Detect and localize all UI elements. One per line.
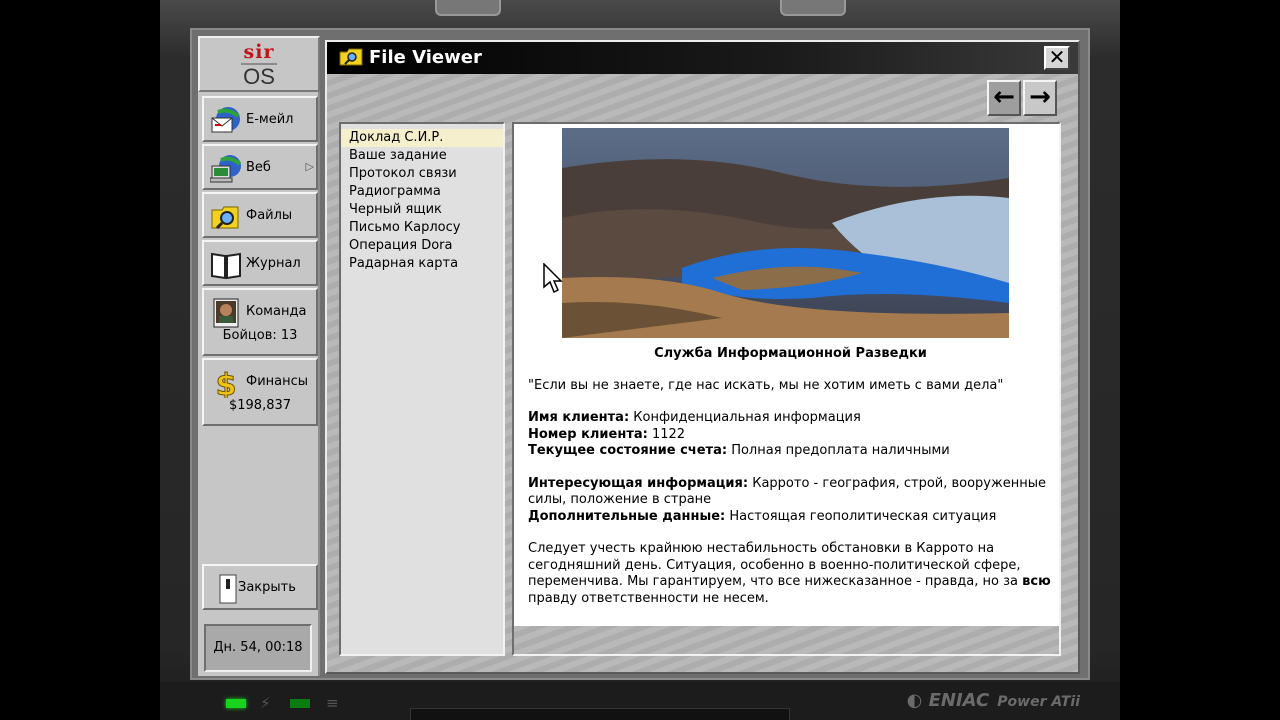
logo-bottom: OS bbox=[243, 64, 275, 89]
svg-text:$: $ bbox=[216, 368, 237, 398]
brand-logo-icon: ◐ bbox=[906, 690, 923, 711]
dollar-icon: $ bbox=[215, 368, 237, 398]
document-paragraph: Следует учесть крайнюю нестабильность об… bbox=[528, 541, 1051, 606]
landscape-photo bbox=[562, 128, 1009, 338]
balance-value: $198,837 bbox=[228, 398, 292, 413]
files-icon bbox=[211, 206, 239, 230]
hinge-left bbox=[435, 0, 501, 16]
power-led bbox=[226, 699, 246, 708]
logo-top: sir bbox=[243, 41, 275, 63]
disk-icon: ≡ bbox=[326, 694, 339, 712]
team-icon bbox=[213, 298, 239, 328]
journal-icon bbox=[211, 252, 241, 280]
window-title: File Viewer bbox=[369, 47, 482, 68]
sidebar-item-label: Веб bbox=[246, 160, 271, 175]
game-clock: Дн. 54, 00:18 bbox=[204, 624, 312, 672]
laptop-bottom-bar: ⚡ ≡ ◐ ENIAC Power ATii bbox=[160, 682, 1120, 720]
sidebar-item-web[interactable]: Веб ▷ bbox=[202, 144, 318, 190]
brand-label: ◐ ENIAC Power ATii bbox=[906, 690, 1080, 711]
close-app-button[interactable]: Закрыть bbox=[202, 564, 318, 610]
email-icon bbox=[211, 107, 240, 133]
sidebar-item-email[interactable]: Е-мейл bbox=[202, 96, 318, 142]
file-item-radiogram[interactable]: Радиограмма bbox=[341, 183, 503, 201]
web-icon bbox=[210, 155, 242, 183]
disk-slot bbox=[410, 708, 790, 720]
request-info: Интересующая информация: Каррото - геогр… bbox=[528, 475, 1046, 524]
submenu-arrow-icon: ▷ bbox=[305, 160, 314, 173]
window-close-button[interactable]: ✕ bbox=[1044, 46, 1070, 70]
sidebar-item-files[interactable]: Файлы bbox=[202, 192, 318, 238]
sidebar: sir OS Е-мейл Веб ▷ Файлы Журнал Команда… bbox=[198, 36, 320, 676]
viewer-content-area: ← → Доклад С.И.Р. Ваше задание Протокол … bbox=[327, 74, 1078, 672]
window-titlebar[interactable]: File Viewer ✕ bbox=[327, 42, 1078, 74]
document-heading: Служба Информационной Разведки bbox=[654, 346, 927, 361]
document-panel[interactable]: Служба Информационной Разведки "Если вы … bbox=[512, 122, 1061, 656]
team-count: Бойцов: 13 bbox=[222, 328, 298, 343]
file-item-assignment[interactable]: Ваше задание bbox=[341, 147, 503, 165]
file-item-radar-map[interactable]: Радарная карта bbox=[341, 255, 503, 273]
file-item-operation-dora[interactable]: Операция Dora bbox=[341, 237, 503, 255]
file-viewer-window: File Viewer ✕ ← → Доклад С.И.Р. Ваше зад… bbox=[325, 40, 1080, 674]
sidebar-item-label: Файлы bbox=[246, 208, 293, 223]
document-text: Служба Информационной Разведки "Если вы … bbox=[528, 346, 1053, 623]
file-item-black-box[interactable]: Черный ящик bbox=[341, 201, 503, 219]
sidebar-item-finance[interactable]: $ Финансы $198,837 bbox=[202, 358, 318, 426]
close-app-label: Закрыть bbox=[238, 580, 296, 595]
sidebar-item-team[interactable]: Команда Бойцов: 13 bbox=[202, 288, 318, 356]
sidebar-item-label: Журнал bbox=[246, 256, 301, 271]
document-quote: "Если вы не знаете, где нас искать, мы н… bbox=[528, 377, 1004, 393]
siros-logo: sir OS bbox=[198, 36, 320, 92]
power-bolt-icon: ⚡ bbox=[260, 694, 271, 712]
hinge-right bbox=[780, 0, 846, 16]
sidebar-item-label: Е-мейл bbox=[246, 112, 294, 127]
file-item-comm-protocol[interactable]: Протокол связи bbox=[341, 165, 503, 183]
file-list: Доклад С.И.Р. Ваше задание Протокол связ… bbox=[339, 122, 505, 656]
forward-button[interactable]: → bbox=[1023, 80, 1057, 116]
document-footer-strip bbox=[514, 626, 1059, 654]
client-info: Имя клиента: Конфиденциальная информация… bbox=[528, 410, 950, 458]
file-item-letter-carlos[interactable]: Письмо Карлосу bbox=[341, 219, 503, 237]
folder-search-icon bbox=[339, 48, 363, 66]
arrow-right-icon: → bbox=[1029, 82, 1051, 112]
arrow-left-icon: ← bbox=[993, 82, 1015, 112]
sidebar-item-journal[interactable]: Журнал bbox=[202, 240, 318, 286]
mouse-cursor-icon bbox=[543, 263, 563, 294]
disk-led bbox=[290, 699, 310, 708]
file-item-report[interactable]: Доклад С.И.Р. bbox=[341, 129, 503, 147]
back-button[interactable]: ← bbox=[987, 80, 1021, 116]
